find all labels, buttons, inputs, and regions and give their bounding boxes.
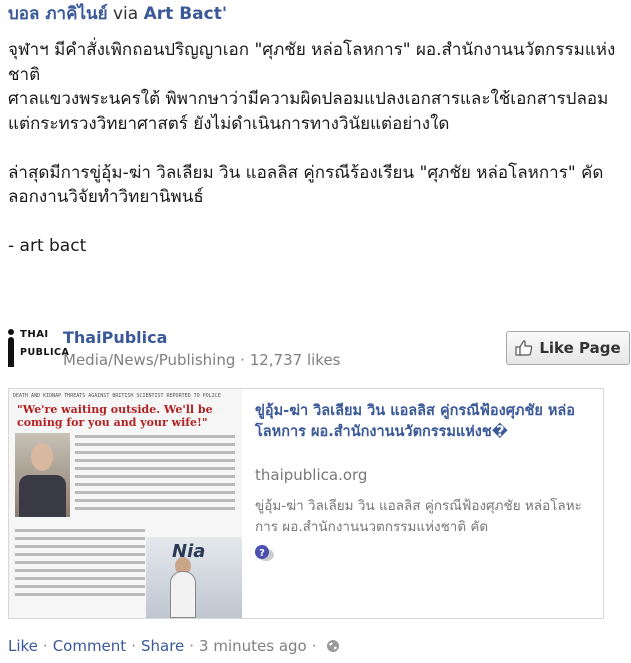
thaipublica-logo[interactable]: THAI PUBLICA (8, 329, 69, 371)
link-title[interactable]: ขู่อุ้ม-ฆ่า วิลเลียม วิน แอลลิส คู่กรณีฟ… (255, 401, 591, 443)
thumb-portrait-photo (15, 433, 70, 517)
link-thumbnail[interactable]: DEATH AND KIDNAP THREATS AGAINST BRITISH… (9, 389, 242, 618)
like-page-label: Like Page (539, 339, 621, 357)
body-line: ล่าสุดมีการขู่อุ้ม-ฆ่า วิลเลียม วิน แอลล… (8, 162, 604, 208)
thumb-text-lines (75, 435, 235, 515)
link-description: ขู่อุ้ม-ฆ่า วิลเลียม วิน แอลลิส คู่กรณีฟ… (255, 498, 582, 535)
link-preview-card[interactable]: DEATH AND KIDNAP THREATS AGAINST BRITISH… (8, 388, 604, 619)
page-meta: Media/News/Publishing · 12,737 likes (63, 351, 341, 369)
signature-line: - art bact (8, 236, 87, 256)
thumbs-up-icon (515, 340, 533, 356)
author-link[interactable]: บอล ภาคิไนย์ (8, 4, 108, 24)
shared-page-name[interactable]: ThaiPublica (63, 328, 167, 347)
post-header: บอล ภาคิไนย์ via Art Bact' (8, 2, 227, 26)
share-link[interactable]: Share (141, 635, 184, 657)
globe-icon (326, 640, 339, 652)
thumb-office-photo: Nia (146, 537, 242, 618)
page-likes: 12,737 likes (249, 351, 341, 369)
body-line: ศาลแขวงพระนครใต้ พิพากษาว่ามีความผิดปลอม… (8, 89, 609, 109)
thumb-headline: DEATH AND KIDNAP THREATS AGAINST BRITISH… (13, 393, 221, 399)
facebook-post: บอล ภาคิไนย์ via Art Bact' จุฬาฯ มีคำสั่… (0, 0, 631, 663)
like-page-button[interactable]: Like Page (506, 331, 630, 365)
comment-link[interactable]: Comment (53, 635, 127, 657)
question-icon[interactable]: ? (252, 543, 276, 563)
page-link[interactable]: Art Bact' (144, 4, 227, 24)
svg-text:?: ? (259, 548, 265, 559)
page-category: Media/News/Publishing (63, 351, 236, 369)
thumb-quote: "We're waiting outside. We'll be coming … (17, 403, 213, 429)
body-line: จุฬาฯ มีคำสั่งเพิกถอนปริญญาเอก "ศุภชัย ห… (8, 40, 616, 85)
thumb-text-lines (15, 529, 145, 601)
like-link[interactable]: Like (8, 635, 38, 657)
shared-page-row: THAI PUBLICA ThaiPublica Media/News/Publ… (8, 327, 631, 375)
post-actions: Like · Comment · Share · 3 minutes ago · (8, 635, 340, 657)
logo-text-bottom: PUBLICA (20, 347, 70, 358)
via-text: via (113, 4, 139, 24)
logo-text-top: THAI (20, 329, 49, 340)
post-body: จุฬาฯ มีคำสั่งเพิกถอนปริญญาเอก "ศุภชัย ห… (8, 38, 626, 259)
timestamp[interactable]: 3 minutes ago (199, 635, 307, 657)
link-domain: thaipublica.org (255, 466, 368, 484)
body-line: แต่กระทรวงวิทยาศาสตร์ ยังไม่ดำเนินการทาง… (8, 113, 450, 134)
